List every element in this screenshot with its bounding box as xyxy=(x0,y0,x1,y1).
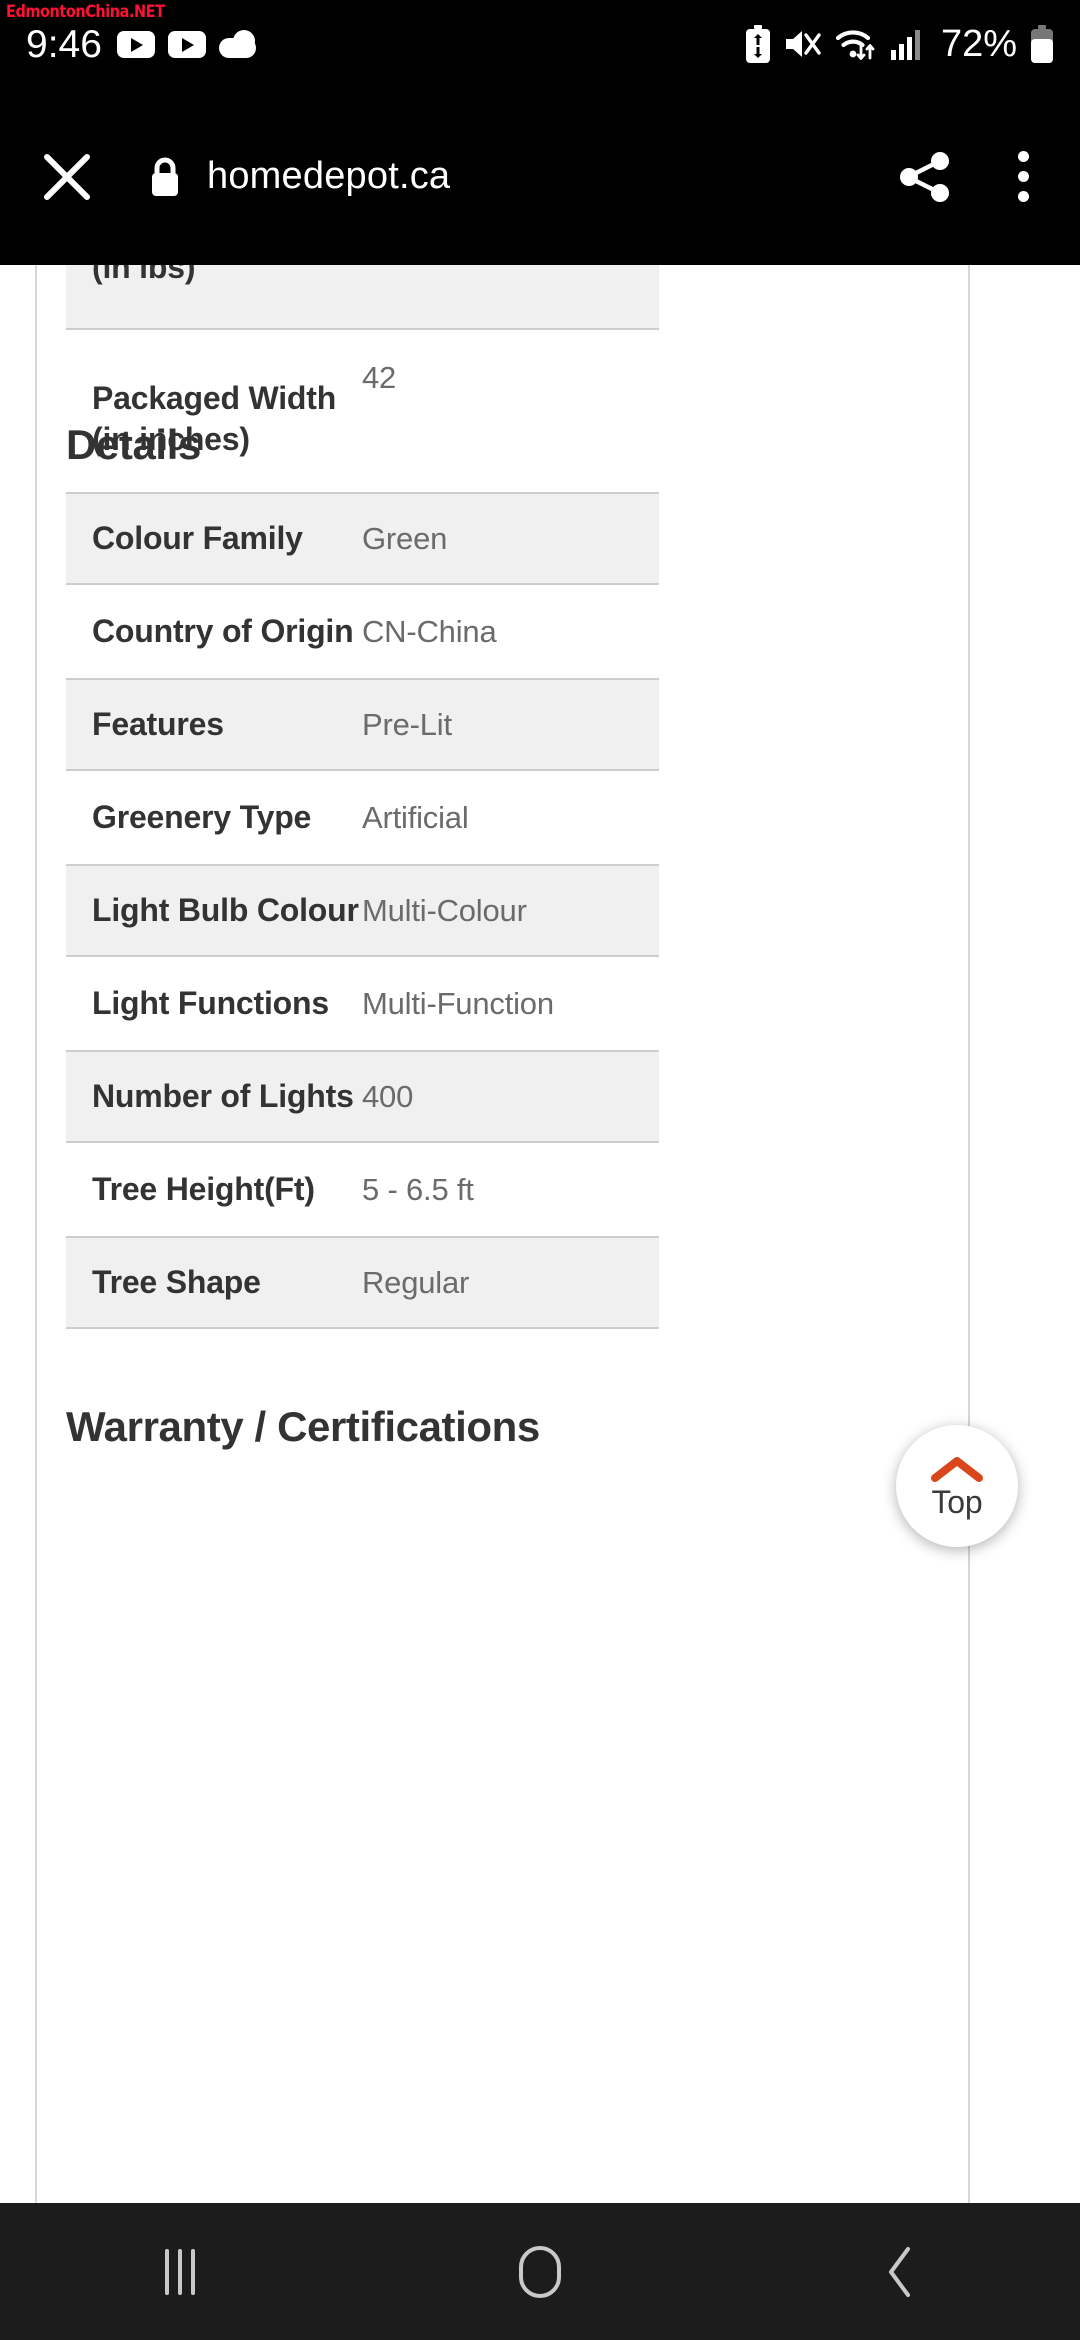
row-value: Multi-Colour xyxy=(362,892,527,928)
table-row: Colour Family Green xyxy=(66,492,659,585)
recent-apps-glyph xyxy=(165,2248,195,2295)
scroll-to-top-button[interactable]: Top xyxy=(896,1425,1018,1547)
webview-content[interactable]: (in lbs) Packaged Width (in inches) 42 D… xyxy=(0,265,1080,2203)
warranty-heading: Warranty / Certifications xyxy=(66,1403,540,1450)
back-icon[interactable] xyxy=(825,2203,975,2340)
wifi-icon xyxy=(835,26,877,62)
row-label: Greenery Type xyxy=(92,799,312,836)
table-row: Light Bulb Colour Multi-Colour xyxy=(66,864,659,957)
row-value: 5 - 6.5 ft xyxy=(362,1171,474,1207)
chevron-up-icon xyxy=(930,1454,984,1484)
details-table: Colour Family Green Country of Origin CN… xyxy=(66,492,659,1329)
scroll-to-top-label: Top xyxy=(931,1484,983,1520)
youtube-icon xyxy=(167,30,206,58)
row-label: (in lbs) xyxy=(92,265,196,286)
table-row: Number of Lights 400 xyxy=(66,1050,659,1143)
specifications-table: Packaged Width (in inches) 42 xyxy=(66,330,659,510)
cellular-signal-icon xyxy=(890,28,926,60)
row-value: CN-China xyxy=(362,613,497,649)
row-label: Country of Origin xyxy=(92,613,354,650)
table-row: Light Functions Multi-Function xyxy=(66,957,659,1050)
youtube-icon xyxy=(116,30,155,58)
share-icon[interactable] xyxy=(892,144,958,210)
table-row: Country of Origin CN-China xyxy=(66,585,659,678)
specifications-table-clipped: (in lbs) xyxy=(66,265,659,330)
row-label: Light Bulb Colour xyxy=(92,892,359,929)
overflow-menu-icon[interactable] xyxy=(1000,144,1046,210)
mute-icon xyxy=(784,27,822,61)
row-value: Multi-Function xyxy=(362,985,554,1021)
menu-dot xyxy=(1017,151,1029,162)
lock-icon xyxy=(147,155,183,199)
row-value: Green xyxy=(362,520,448,556)
row-label: Light Functions xyxy=(92,985,329,1022)
battery-icon xyxy=(1030,25,1054,63)
row-label: Features xyxy=(92,706,224,743)
table-row: Greenery Type Artificial xyxy=(66,771,659,864)
menu-dot xyxy=(1017,191,1029,202)
recent-apps-icon[interactable] xyxy=(105,2203,255,2340)
close-icon[interactable] xyxy=(34,144,100,210)
row-label: Colour Family xyxy=(92,520,303,557)
table-row: Features Pre-Lit xyxy=(66,678,659,771)
row-label: Tree Shape xyxy=(92,1264,261,1301)
row-value: 42 xyxy=(362,360,397,395)
row-value: 400 xyxy=(362,1078,414,1114)
row-value: Pre-Lit xyxy=(362,706,452,742)
row-value: Regular xyxy=(362,1264,470,1300)
home-icon[interactable] xyxy=(465,2203,615,2340)
status-bar-right: 72% xyxy=(745,25,1054,63)
row-label: Number of Lights xyxy=(92,1078,354,1115)
table-row: Packaged Width (in inches) 42 xyxy=(66,330,659,510)
row-value: Artificial xyxy=(362,799,469,835)
browser-toolbar: homedepot.ca xyxy=(0,88,1080,265)
weather-cloud-icon xyxy=(218,30,256,58)
details-heading: Details xyxy=(66,421,201,468)
home-glyph xyxy=(519,2245,561,2298)
back-glyph xyxy=(889,2246,910,2297)
status-clock: 9:46 xyxy=(26,22,102,66)
menu-dot xyxy=(1017,171,1029,182)
battery-percentage: 72% xyxy=(940,23,1017,65)
row-label: Tree Height(Ft) xyxy=(92,1171,315,1208)
table-row: (in lbs) xyxy=(66,265,659,330)
url-text[interactable]: homedepot.ca xyxy=(207,155,892,198)
table-row: Tree Height(Ft) 5 - 6.5 ft xyxy=(66,1143,659,1236)
site-watermark: EdmontonChina.NET xyxy=(6,2,165,22)
page-container: (in lbs) Packaged Width (in inches) 42 D… xyxy=(35,265,970,2203)
table-row: Tree Shape Regular xyxy=(66,1236,659,1329)
status-bar-left: 9:46 xyxy=(26,25,256,64)
android-nav-bar xyxy=(0,2203,1080,2340)
battery-saver-icon xyxy=(745,25,771,63)
